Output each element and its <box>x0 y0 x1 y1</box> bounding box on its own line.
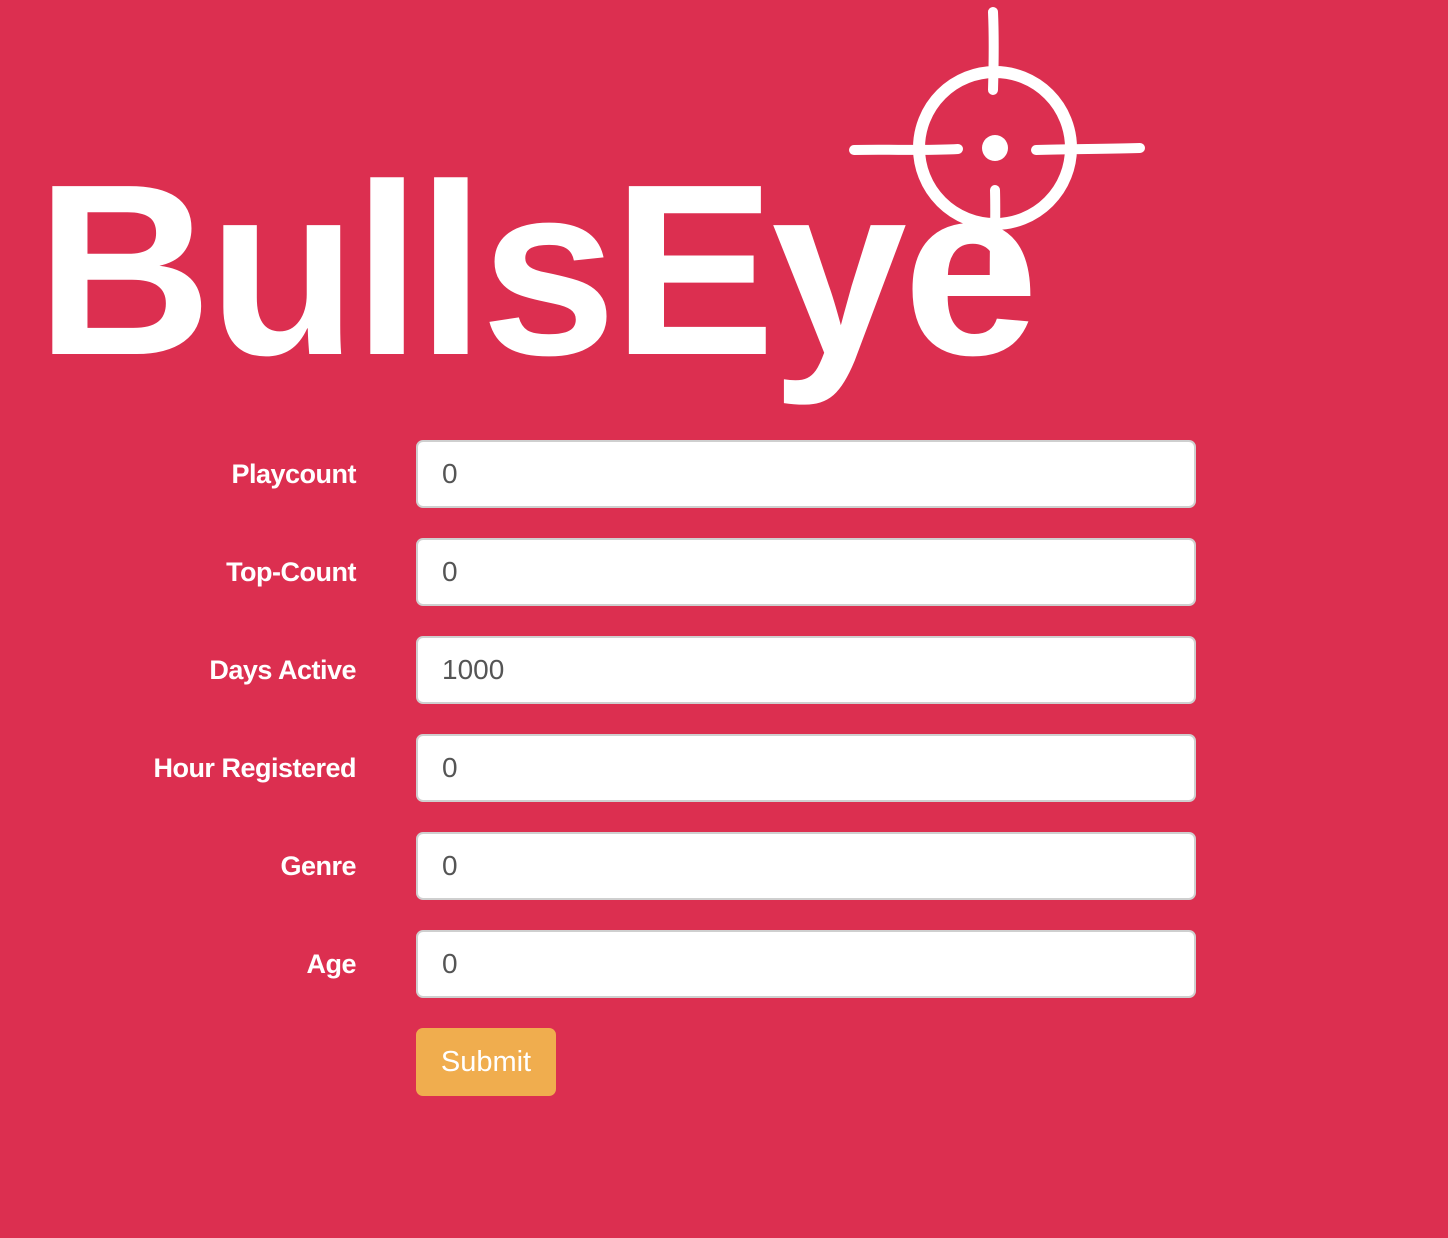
logo: BullsEye <box>0 0 1200 410</box>
days-active-label: Days Active <box>209 655 356 685</box>
playcount-label: Playcount <box>231 459 356 489</box>
submit-button[interactable]: Submit <box>416 1028 556 1096</box>
days-active-input[interactable] <box>416 636 1196 704</box>
age-label: Age <box>306 949 356 979</box>
hour-registered-label: Hour Registered <box>153 753 356 783</box>
genre-label: Genre <box>280 851 356 881</box>
days-active-row: Days Active <box>0 636 1448 704</box>
top-count-row: Top-Count <box>0 538 1448 606</box>
age-row: Age <box>0 930 1448 998</box>
crosshair-icon <box>849 7 1145 295</box>
top-count-input[interactable] <box>416 538 1196 606</box>
playcount-row: Playcount <box>0 440 1448 508</box>
playcount-input[interactable] <box>416 440 1196 508</box>
genre-input[interactable] <box>416 832 1196 900</box>
genre-row: Genre <box>0 832 1448 900</box>
top-count-label: Top-Count <box>226 557 356 587</box>
hour-registered-input[interactable] <box>416 734 1196 802</box>
hour-registered-row: Hour Registered <box>0 734 1448 802</box>
age-input[interactable] <box>416 930 1196 998</box>
